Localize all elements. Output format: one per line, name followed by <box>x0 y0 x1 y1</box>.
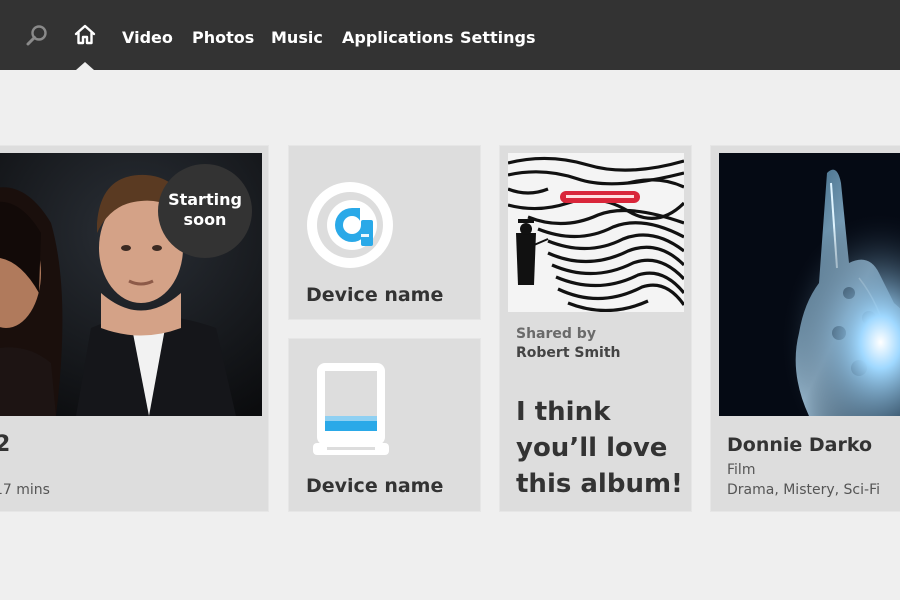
nav-item-video[interactable]: Video <box>122 28 173 47</box>
program-title: 2 <box>0 432 10 457</box>
film-card[interactable]: Donnie Darko Film Drama, Mistery, Sci-Fi <box>710 145 900 512</box>
tv-program-card[interactable]: Starting soon 2 17 mins <box>0 145 269 512</box>
shared-by-name: Robert Smith <box>516 345 621 361</box>
share-message-line-1: I think <box>516 397 611 427</box>
device-name-label: Device name <box>306 475 444 497</box>
device-name-label: Device name <box>306 284 444 306</box>
badge-line-2: soon <box>183 210 227 229</box>
active-nav-indicator <box>76 62 94 70</box>
film-title: Donnie Darko <box>727 434 873 456</box>
badge-line-1: Starting <box>168 190 242 209</box>
program-duration: 17 mins <box>0 482 50 498</box>
starting-soon-badge: Starting soon <box>158 164 252 258</box>
share-message-line-3: this album! <box>516 469 683 499</box>
device-card[interactable]: Device name <box>288 145 481 320</box>
search-icon[interactable] <box>24 22 50 48</box>
film-type: Film <box>727 462 756 478</box>
share-message: I think you’ll love this album! <box>516 394 691 502</box>
tablet-device-icon <box>313 363 389 455</box>
film-genres: Drama, Mistery, Sci-Fi <box>727 482 880 498</box>
device-card[interactable]: Device name <box>288 338 481 512</box>
nav-item-music[interactable]: Music <box>271 28 323 47</box>
shared-album-card[interactable]: Shared by Robert Smith I think you’ll lo… <box>499 145 692 512</box>
home-icon[interactable] <box>72 22 98 48</box>
film-poster <box>719 153 900 416</box>
album-cover <box>508 153 684 312</box>
top-navigation-bar: Video Photos Music Applications Settings <box>0 0 900 70</box>
album-artwork <box>508 153 684 312</box>
shared-by-label: Shared by <box>516 326 596 342</box>
media-server-icon <box>307 182 393 268</box>
nav-item-photos[interactable]: Photos <box>192 28 254 47</box>
share-message-line-2: you’ll love <box>516 433 668 463</box>
nav-item-applications[interactable]: Applications <box>342 28 454 47</box>
nav-item-settings[interactable]: Settings <box>460 28 536 47</box>
film-poster-artwork <box>719 153 900 416</box>
